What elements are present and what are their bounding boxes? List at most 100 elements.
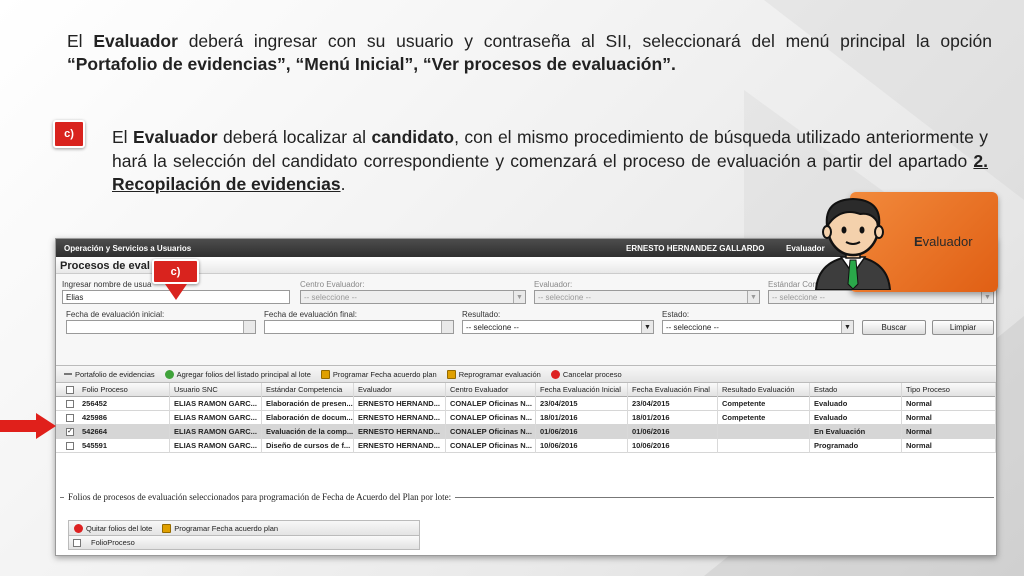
cell: Competente xyxy=(718,411,810,425)
col-header[interactable]: Fecha Evaluación Final xyxy=(628,383,718,397)
calendar-icon xyxy=(162,523,172,533)
resultado-label: Resultado: xyxy=(462,310,501,319)
cell: ERNESTO HERNAND... xyxy=(354,397,446,411)
right-arrow-icon xyxy=(0,413,56,439)
cell: 23/04/2015 xyxy=(536,397,628,411)
cell: Diseño de cursos de f... xyxy=(262,439,354,453)
centro-label: Centro Evaluador: xyxy=(300,280,365,289)
centro-select[interactable]: -- seleccione -- ▼ xyxy=(300,290,526,304)
cell: 10/06/2016 xyxy=(628,439,718,453)
evaluador-label: Evaluador: xyxy=(534,280,573,289)
cell: Normal xyxy=(902,425,996,439)
cell: CONALEP Oficinas N... xyxy=(446,411,536,425)
cell: Elaboración de presen... xyxy=(262,397,354,411)
col-header[interactable]: Evaluador xyxy=(354,383,446,397)
cell: CONALEP Oficinas N... xyxy=(446,439,536,453)
cell: Evaluación de la comp... xyxy=(262,425,354,439)
portafolio-button[interactable]: Portafolio de evidencias xyxy=(64,370,155,379)
chevron-down-icon[interactable]: ▼ xyxy=(641,321,653,333)
fecha-fin-input[interactable] xyxy=(264,320,454,334)
calendar-icon xyxy=(446,369,456,379)
role-label: Evaluador xyxy=(914,234,973,249)
cell: 545591 xyxy=(78,439,170,453)
cell: 18/01/2016 xyxy=(536,411,628,425)
cell: 18/01/2016 xyxy=(628,411,718,425)
cancelar-button[interactable]: Cancelar proceso xyxy=(550,369,622,379)
chevron-down-icon[interactable]: ▼ xyxy=(747,291,759,303)
process-grid: Folio Proceso Usuario SNC Estándar Compe… xyxy=(56,383,996,453)
col-header[interactable]: Resultado Evaluación xyxy=(718,383,810,397)
select-all-checkbox[interactable] xyxy=(66,386,74,394)
estado-label: Estado: xyxy=(662,310,690,319)
cancel-icon xyxy=(550,369,560,379)
lote-select-all-checkbox[interactable] xyxy=(73,539,81,547)
fecha-ini-input[interactable] xyxy=(66,320,256,334)
grid-header: Folio Proceso Usuario SNC Estándar Compe… xyxy=(56,383,996,397)
programar-lote-button[interactable]: Programar Fecha acuerdo plan xyxy=(162,523,278,533)
cell: ERNESTO HERNAND... xyxy=(354,439,446,453)
col-header[interactable]: Estado xyxy=(810,383,902,397)
cell: 01/06/2016 xyxy=(536,425,628,439)
quitar-button[interactable]: Quitar folios del lote xyxy=(74,523,152,533)
step-badge: c) xyxy=(53,120,85,148)
cell: ERNESTO HERNAND... xyxy=(354,425,446,439)
cell: Evaluado xyxy=(810,397,902,411)
table-row[interactable]: 256452 ELIAS RAMON GARC... Elaboración d… xyxy=(56,397,996,411)
estandar-select[interactable]: -- seleccione -- ▼ xyxy=(768,290,994,304)
cell xyxy=(718,439,810,453)
col-header[interactable]: FolioProceso xyxy=(87,536,207,550)
grid-toolbar: Portafolio de evidencias Agregar folios … xyxy=(56,366,996,383)
row-checkbox[interactable] xyxy=(66,414,74,422)
row-checkbox[interactable] xyxy=(66,400,74,408)
calendar-icon[interactable] xyxy=(243,321,255,333)
cell xyxy=(718,425,810,439)
intro-paragraph: El Evaluador deberá ingresar con su usua… xyxy=(67,31,992,74)
calendar-icon[interactable] xyxy=(441,321,453,333)
cell: ELIAS RAMON GARC... xyxy=(170,411,262,425)
user-name: ERNESTO HERNANDEZ GALLARDO xyxy=(626,243,765,253)
cell: 256452 xyxy=(78,397,170,411)
lote-grid-header: FolioProceso xyxy=(68,536,420,550)
agregar-button[interactable]: Agregar folios del listado principal al … xyxy=(164,369,311,379)
chevron-down-icon[interactable]: ▼ xyxy=(841,321,853,333)
chevron-down-icon[interactable]: ▼ xyxy=(513,291,525,303)
row-checkbox[interactable] xyxy=(66,442,74,450)
evaluator-avatar-icon xyxy=(814,197,892,290)
resultado-select[interactable]: -- seleccione -- ▼ xyxy=(462,320,654,334)
table-row[interactable]: 425986 ELIAS RAMON GARC... Elaboración d… xyxy=(56,411,996,425)
cell: Competente xyxy=(718,397,810,411)
limpiar-button[interactable]: Limpiar xyxy=(932,320,994,335)
cell: CONALEP Oficinas N... xyxy=(446,425,536,439)
fecha-ini-label: Fecha de evaluación inicial: xyxy=(66,310,165,319)
cell: 425986 xyxy=(78,411,170,425)
down-arrow-icon xyxy=(165,284,187,300)
cell: 01/06/2016 xyxy=(628,425,718,439)
cell: ELIAS RAMON GARC... xyxy=(170,439,262,453)
table-row[interactable]: 545591 ELIAS RAMON GARC... Diseño de cur… xyxy=(56,439,996,453)
fecha-fin-label: Fecha de evaluación final: xyxy=(264,310,357,319)
add-icon xyxy=(164,369,174,379)
col-header[interactable]: Tipo Proceso xyxy=(902,383,996,397)
col-header[interactable]: Centro Evaluador xyxy=(446,383,536,397)
cell: 542664 xyxy=(78,425,170,439)
col-header[interactable]: Usuario SNC xyxy=(170,383,262,397)
col-header[interactable]: Folio Proceso xyxy=(78,383,170,397)
cell: Normal xyxy=(902,411,996,425)
row-checkbox-checked[interactable]: ✓ xyxy=(66,428,74,436)
menu-title[interactable]: Operación y Servicios a Usuarios xyxy=(64,244,191,253)
col-header[interactable]: Fecha Evaluación Inicial xyxy=(536,383,628,397)
programar-button[interactable]: Programar Fecha acuerdo plan xyxy=(320,369,437,379)
cell: 23/04/2015 xyxy=(628,397,718,411)
cell: En Evaluación xyxy=(810,425,902,439)
cell: Evaluado xyxy=(810,411,902,425)
cell: Normal xyxy=(902,439,996,453)
buscar-button[interactable]: Buscar xyxy=(862,320,926,335)
evaluador-select[interactable]: -- seleccione -- ▼ xyxy=(534,290,760,304)
cell: 10/06/2016 xyxy=(536,439,628,453)
lote-toolbar: Quitar folios del lote Programar Fecha a… xyxy=(68,520,420,536)
reprogramar-button[interactable]: Reprogramar evaluación xyxy=(446,369,541,379)
col-header[interactable]: Estándar Competencia xyxy=(262,383,354,397)
table-row-selected[interactable]: ✓ 542664 ELIAS RAMON GARC... Evaluación … xyxy=(56,425,996,439)
chevron-down-icon[interactable]: ▼ xyxy=(981,291,993,303)
estado-select[interactable]: -- seleccione -- ▼ xyxy=(662,320,854,334)
